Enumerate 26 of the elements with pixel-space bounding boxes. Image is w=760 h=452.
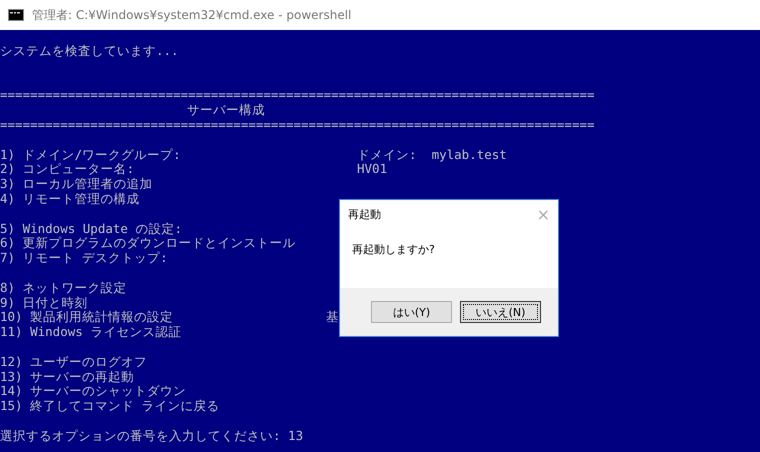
- menu-option: 13) サーバーの再起動: [0, 370, 357, 384]
- menu-option: 11) Windows ライセンス認証: [0, 325, 326, 340]
- separator-line: ===============================================================================: [0, 88, 596, 104]
- input-prompt: 選択するオプションの番号を入力してください: 13: [0, 428, 304, 444]
- menu-option: 5) Windows Update の設定:: [0, 222, 357, 236]
- menu-option: 9) 日付と時刻: [0, 296, 326, 310]
- menu-option: 14) サーバーのシャットダウン: [0, 384, 357, 400]
- dialog-title: 再起動: [348, 206, 381, 222]
- menu-heading: サーバー構成: [186, 103, 266, 118]
- menu-option: 10) 製品利用統計情報の設定: [0, 310, 326, 326]
- option-value: 基: [326, 310, 339, 326]
- menu-option: 4) リモート管理の構成: [0, 192, 357, 207]
- no-button[interactable]: いいえ(N): [460, 301, 541, 323]
- menu-option: 2) コンピューター名:: [0, 162, 357, 178]
- window-title: 管理者: C:¥Windows¥system32¥cmd.exe - powershell: [32, 6, 352, 24]
- menu-option: 15) 終了してコマンド ラインに戻る: [0, 399, 357, 414]
- menu-option: 3) ローカル管理者の追加: [0, 177, 357, 192]
- console-text: システムを検査しています...: [0, 44, 180, 59]
- menu-option: 1) ドメイン/ワークグループ:: [0, 148, 357, 162]
- option-value: HV01: [357, 162, 388, 178]
- separator-line: ===============================================================================: [0, 118, 596, 133]
- menu-option: 12) ユーザーのログオフ: [0, 354, 357, 370]
- yes-button[interactable]: はい(Y): [371, 301, 452, 323]
- option-value: ドメイン: mylab.test: [357, 148, 507, 162]
- menu-option: 8) ネットワーク設定: [0, 280, 326, 296]
- console-icon: [8, 9, 24, 21]
